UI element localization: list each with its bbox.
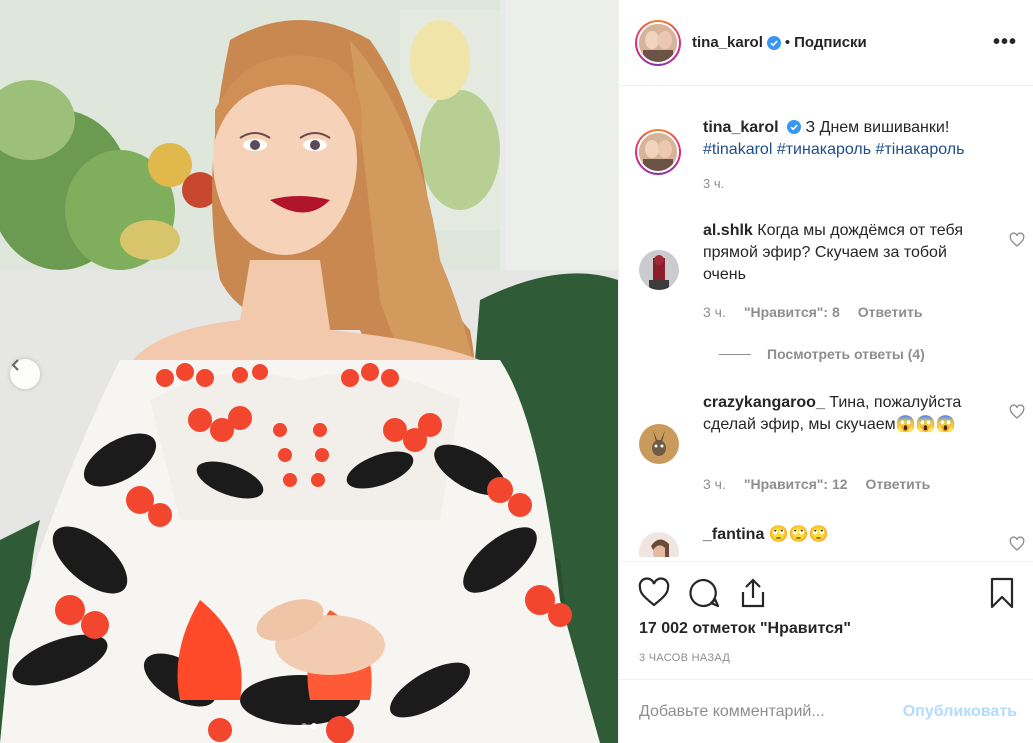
hashtag-link[interactable]: #tinakarol [703,141,772,158]
caption-username[interactable]: tina_karol [703,119,779,136]
commenter-username[interactable]: crazykangaroo_ [703,394,825,411]
verified-icon [766,35,781,50]
post-timestamp[interactable]: 3 ЧАСОВ НАЗАД [639,652,730,664]
commenter-avatar-image [639,424,679,464]
carousel-dot [301,723,307,729]
commenter-username[interactable]: al.shlk [703,222,753,239]
header-separator: • [784,34,791,51]
comment-meta: 3 ч. "Нравится": 12 Ответить [703,476,930,492]
post-header: tina_karol • Подписки ••• [619,0,1033,86]
commenter-avatar-image [639,532,679,557]
view-replies-label: Посмотреть ответы (4) [767,346,925,362]
post-photo[interactable] [0,0,618,743]
comment-text-block: crazykangaroo_ Тина, пожалуйста сделай э… [703,392,968,436]
comment-meta: 3 ч. "Нравится": 8 Ответить [703,304,922,320]
caption-time[interactable]: 3 ч. [703,176,724,191]
author-avatar[interactable] [635,19,681,66]
author-username[interactable]: tina_karol [692,34,763,51]
heart-icon[interactable] [637,576,671,610]
reply-button[interactable]: Ответить [858,304,923,320]
following-button[interactable]: Подписки [794,34,867,51]
comment-input[interactable] [639,702,903,721]
comment-text-block: _fantina 🙄🙄🙄 [703,524,968,546]
reply-button[interactable]: Ответить [866,476,931,492]
comment-likes-count[interactable]: "Нравится": 8 [744,304,840,320]
share-icon[interactable] [736,576,770,610]
publish-button[interactable]: Опубликовать [903,703,1017,721]
comment-time[interactable]: 3 ч. [703,476,726,492]
comment-like-icon[interactable] [1009,404,1025,420]
more-options-button[interactable]: ••• [993,31,1017,54]
hashtag-link[interactable]: #тінакароль [876,141,965,158]
comment-text: 🙄🙄🙄 [768,526,829,543]
commenter-avatar[interactable] [639,250,679,290]
replies-divider [719,353,751,355]
post-sidebar: tina_karol • Подписки ••• tina_karol З Д… [618,0,1033,743]
previous-photo-button[interactable] [10,359,40,389]
comments-list[interactable]: tina_karol З Днем вишиванки! #tinakarol … [619,87,1033,557]
comment-like-icon[interactable] [1009,536,1025,552]
commenter-avatar-image [639,250,679,290]
comment-like-icon[interactable] [1009,232,1025,248]
commenter-avatar[interactable] [639,532,679,557]
comment-time[interactable]: 3 ч. [703,304,726,320]
view-replies-button[interactable]: Посмотреть ответы (4) [719,346,925,362]
comment-likes-count[interactable]: "Нравится": 12 [744,476,848,492]
add-comment-bar: Опубликовать [619,679,1033,743]
author-avatar-image [639,23,677,62]
caption-text: З Днем вишиванки! [805,119,950,136]
commenter-username[interactable]: _fantina [703,526,764,543]
carousel-dots [0,723,618,729]
chevron-left-icon [11,359,19,371]
caption-avatar-image [639,133,677,171]
photo-illustration [0,0,618,743]
likes-count[interactable]: 17 002 отметок "Нравится" [639,620,851,638]
carousel-dot-active [311,723,317,729]
caption-text-block: tina_karol З Днем вишиванки! #tinakarol … [703,117,1003,195]
verified-icon [787,120,802,134]
action-bar [637,576,1019,610]
post-actions-section: 17 002 отметок "Нравится" 3 ЧАСОВ НАЗАД [619,561,1033,679]
comment-icon[interactable] [687,576,721,610]
commenter-avatar[interactable] [639,424,679,464]
comment-text-block: al.shlk Когда мы дождёмся от тебя прямой… [703,220,968,286]
hashtag-link[interactable]: #тинакароль [777,141,871,158]
caption-author-avatar[interactable] [635,129,681,175]
bookmark-icon[interactable] [985,576,1019,610]
